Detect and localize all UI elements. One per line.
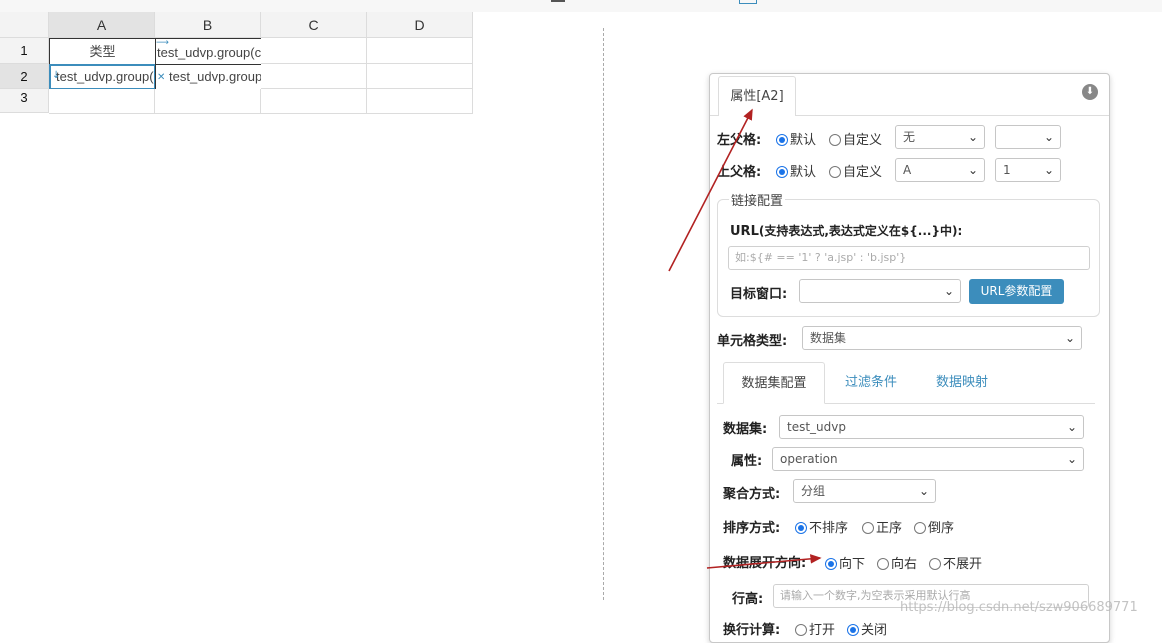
arrow-to-expand-down <box>706 554 822 569</box>
arrow-to-property-tab <box>668 108 753 272</box>
annotation-arrows <box>668 108 822 569</box>
watermark: https://blog.csdn.net/szw906689771 <box>900 600 1138 615</box>
